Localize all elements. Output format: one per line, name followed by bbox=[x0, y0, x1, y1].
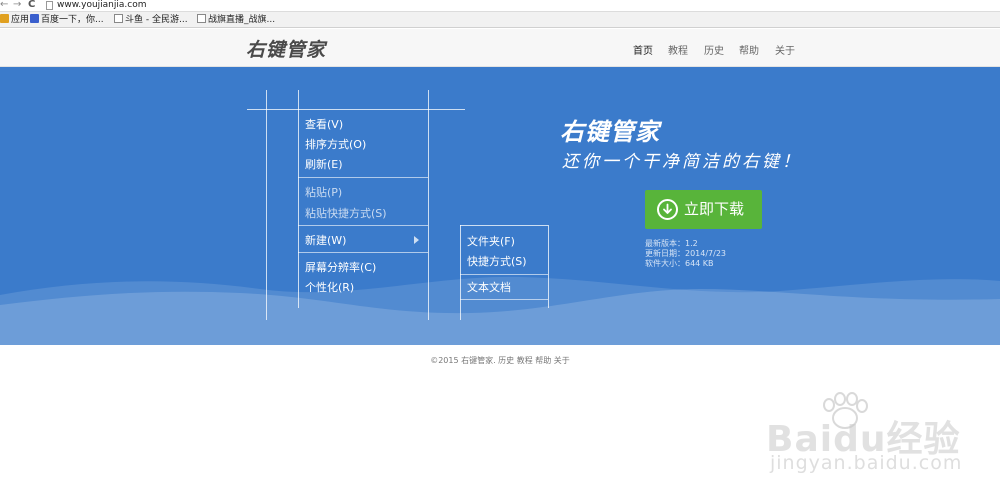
baidu-icon bbox=[30, 14, 39, 23]
menu-paste-shortcut: 粘贴快捷方式(S) bbox=[305, 207, 387, 220]
frame-line bbox=[460, 225, 461, 320]
hero-slogan: 还你一个干净简洁的右键！ bbox=[562, 152, 802, 172]
frame-line bbox=[428, 90, 429, 320]
page-icon bbox=[46, 1, 53, 10]
menu-separator bbox=[298, 252, 428, 253]
download-icon bbox=[657, 199, 678, 220]
frame-line bbox=[460, 225, 548, 226]
frame-line bbox=[247, 109, 465, 110]
frame-line bbox=[548, 225, 549, 308]
submenu-shortcut: 快捷方式(S) bbox=[467, 255, 527, 268]
menu-personalize: 个性化(R) bbox=[305, 281, 355, 294]
hero-banner: 查看(V) 排序方式(O) 刷新(E) 粘贴(P) 粘贴快捷方式(S) 新建(W… bbox=[0, 67, 1000, 345]
submenu-folder: 文件夹(F) bbox=[467, 235, 515, 248]
download-label: 立即下载 bbox=[684, 200, 745, 218]
bookmark-douyu[interactable]: 斗鱼 - 全民游... bbox=[114, 14, 188, 26]
menu-paste: 粘贴(P) bbox=[305, 186, 343, 199]
size-info: 软件大小：644 KB bbox=[645, 259, 714, 268]
menu-refresh: 刷新(E) bbox=[305, 158, 343, 171]
menu-sort: 排序方式(O) bbox=[305, 138, 367, 151]
reload-icon[interactable]: C bbox=[28, 0, 35, 10]
hero-title: 右键管家 bbox=[560, 117, 660, 146]
watermark-sub: jingyan.baidu.com bbox=[770, 452, 963, 474]
site-logo[interactable]: 右键管家 bbox=[246, 35, 326, 62]
nav-about[interactable]: 关于 bbox=[775, 42, 795, 57]
nav-history[interactable]: 历史 bbox=[704, 42, 724, 57]
nav-help[interactable]: 帮助 bbox=[739, 42, 759, 57]
bookmarks-bar: 应用 百度一下，你... 斗鱼 - 全民游... 战旗直播_战旗... bbox=[0, 12, 1000, 28]
nav-home[interactable]: 首页 bbox=[633, 42, 653, 57]
frame-line bbox=[266, 90, 267, 320]
back-icon[interactable]: ← bbox=[0, 0, 8, 10]
bookmark-zhanqi[interactable]: 战旗直播_战旗... bbox=[197, 14, 275, 26]
url-field[interactable]: www.youjianjia.com bbox=[57, 0, 146, 11]
update-date-info: 更新日期：2014/7/23 bbox=[645, 249, 727, 258]
menu-separator bbox=[298, 225, 428, 226]
menu-new: 新建(W) bbox=[305, 234, 347, 247]
apps-icon bbox=[0, 14, 9, 23]
forward-icon[interactable]: → bbox=[13, 0, 21, 10]
submenu-arrow-icon bbox=[414, 236, 419, 244]
browser-address-bar: ← → C www.youjianjia.com bbox=[0, 0, 1000, 12]
bookmark-baidu[interactable]: 百度一下，你... bbox=[30, 14, 104, 26]
nav-tutorial[interactable]: 教程 bbox=[668, 42, 688, 57]
menu-separator bbox=[460, 299, 548, 300]
download-button[interactable]: 立即下载 bbox=[645, 190, 762, 229]
menu-view: 查看(V) bbox=[305, 118, 344, 131]
menu-resolution: 屏幕分辨率(C) bbox=[305, 261, 377, 274]
menu-separator bbox=[460, 274, 548, 275]
wave-decoration bbox=[0, 276, 1000, 345]
footer-text: ©2015 右键管家. 历史 教程 帮助 关于 bbox=[430, 356, 570, 365]
site-header: 右键管家 首页 教程 历史 帮助 关于 bbox=[0, 29, 1000, 67]
bookmark-apps[interactable]: 应用 bbox=[0, 14, 29, 26]
submenu-textdoc: 文本文档 bbox=[467, 281, 511, 294]
page-icon bbox=[114, 14, 123, 23]
version-info: 最新版本：1.2 bbox=[645, 239, 698, 248]
menu-separator bbox=[298, 177, 428, 178]
frame-line bbox=[298, 90, 299, 308]
page-icon bbox=[197, 14, 206, 23]
